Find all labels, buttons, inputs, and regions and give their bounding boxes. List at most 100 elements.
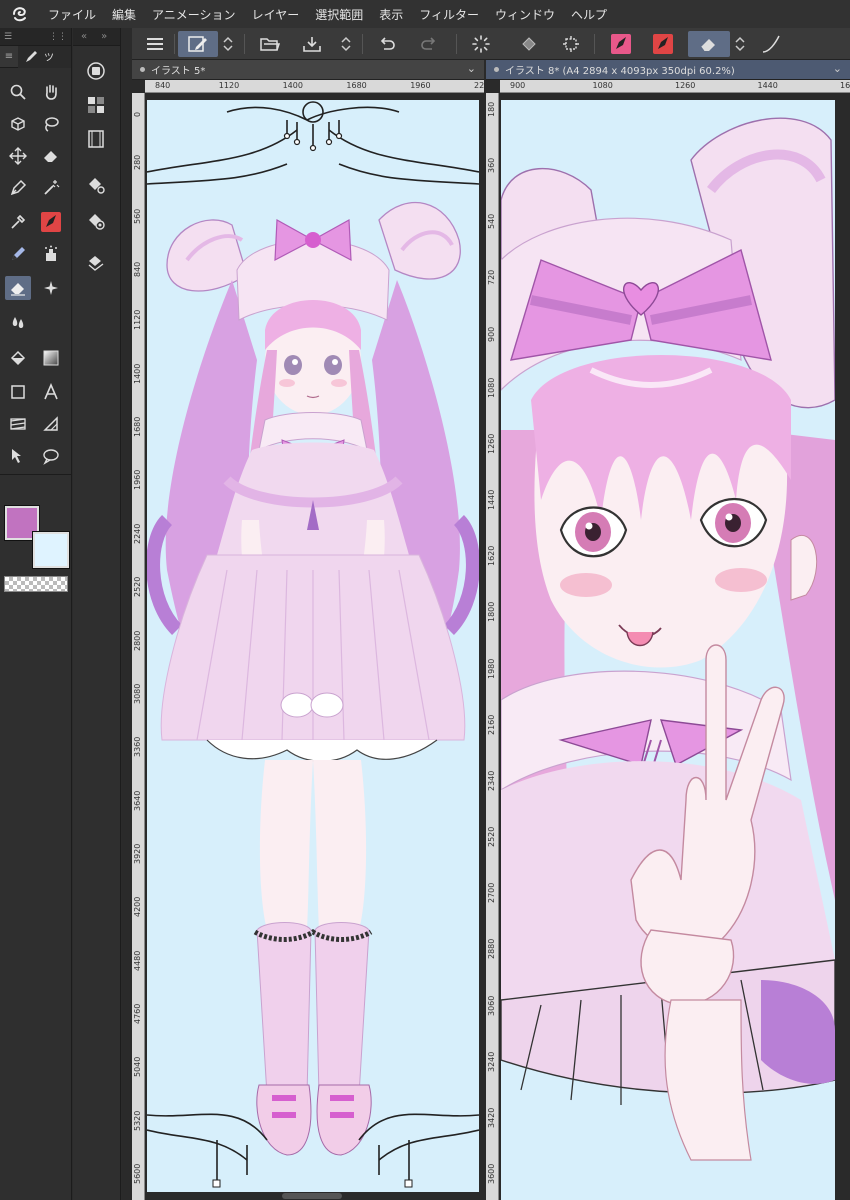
- material-grid-icon[interactable]: [83, 92, 109, 118]
- frame-border-icon[interactable]: [5, 412, 31, 436]
- curve-stroke-icon[interactable]: [758, 31, 784, 57]
- transparent-color-swatch[interactable]: [4, 576, 68, 592]
- ruler-tick-label: 1260: [487, 433, 496, 454]
- timeline-film-icon[interactable]: [83, 126, 109, 152]
- operation-arrow-icon[interactable]: [5, 444, 31, 468]
- undo-icon[interactable]: [374, 31, 400, 57]
- ruler-tick-label: 1400: [282, 81, 303, 90]
- sub-color-swatch[interactable]: [32, 531, 70, 569]
- chevron-updown-icon[interactable]: [220, 31, 236, 57]
- menu-file[interactable]: ファイル: [40, 6, 104, 23]
- brush-tab-icon: [26, 50, 37, 62]
- menu-bar: ファイル 編集 アニメーション レイヤー 選択範囲 表示 フィルター ウィンドウ…: [0, 0, 850, 28]
- document-tab-2[interactable]: イラスト 8* (A4 2894 x 4093px 350dpi 60.2%) …: [486, 60, 850, 80]
- collapse-right-icon[interactable]: »: [101, 31, 107, 42]
- sparkle-icon[interactable]: [38, 276, 64, 300]
- unsaved-dot-icon: [140, 67, 145, 72]
- navigator-icon[interactable]: [83, 58, 109, 84]
- ruler-tick-label: 3920: [133, 843, 142, 864]
- auto-select-wand-icon[interactable]: [38, 176, 64, 200]
- ruler-tick-label: 2520: [133, 576, 142, 598]
- ruler-tick-label: 1680: [133, 416, 142, 438]
- ruler-tick-label: 1120: [218, 81, 240, 90]
- ruler-tick-label: 2240: [133, 523, 142, 544]
- pen-pink-icon[interactable]: [608, 31, 634, 57]
- menu-filter[interactable]: フィルター: [411, 6, 487, 23]
- menu-selection[interactable]: 選択範囲: [307, 6, 371, 23]
- chevron-down-icon[interactable]: ⌄: [833, 62, 842, 75]
- eraser-icon[interactable]: [688, 31, 730, 57]
- layer-settings-icon[interactable]: [83, 172, 109, 198]
- crop-selection-icon[interactable]: [558, 31, 584, 57]
- ruler-tool-icon[interactable]: [38, 412, 64, 436]
- chevron-down-icon[interactable]: ⌄: [467, 62, 476, 75]
- menu-help[interactable]: ヘルプ: [563, 6, 615, 23]
- eraser-small-icon[interactable]: [38, 144, 64, 168]
- ruler-tick-label: 5600: [133, 1163, 142, 1184]
- ruler-tick-label: 840: [133, 261, 142, 278]
- menu-layer[interactable]: レイヤー: [244, 6, 308, 23]
- loading-spinner-icon[interactable]: [468, 31, 494, 57]
- ruler-tick-label: 2700: [487, 882, 496, 904]
- eraser-tool-icon[interactable]: [5, 276, 31, 300]
- ruler-tick-label: 840: [155, 81, 171, 90]
- ruler-tick-label: 1440: [487, 489, 496, 511]
- fill-bucket-icon[interactable]: [516, 31, 542, 57]
- airbrush-icon[interactable]: [38, 242, 64, 266]
- side-column-header: « »: [73, 28, 120, 46]
- chevron-updown-icon[interactable]: [732, 31, 748, 57]
- pen-red-icon[interactable]: [650, 31, 676, 57]
- layer-stack-icon[interactable]: [83, 250, 109, 276]
- eyedropper-icon[interactable]: [5, 210, 31, 234]
- ruler-tick-label: 2160: [487, 714, 496, 735]
- pen-red-tool-icon[interactable]: [38, 210, 64, 234]
- pen-nib-icon[interactable]: [5, 176, 31, 200]
- canvas-full-body[interactable]: [147, 100, 479, 1192]
- chevron-updown-icon[interactable]: [338, 31, 354, 57]
- figure-rect-icon[interactable]: [5, 380, 31, 404]
- pencil-icon[interactable]: [5, 242, 31, 266]
- app-logo-icon[interactable]: [0, 0, 40, 28]
- edit-mode-icon[interactable]: [178, 31, 218, 57]
- lasso-icon[interactable]: [38, 112, 64, 136]
- workspace: イラスト 5* ⌄ 840 1120 1400 1680 1960 224 0 280 560…: [122, 60, 850, 1200]
- tool-panel-header: ☰ ⋮⋮: [0, 28, 71, 46]
- ruler-tick-label: 1440: [757, 81, 778, 90]
- ruler-tick-label: 2340: [487, 770, 496, 791]
- ruler-tick-label: 3080: [133, 683, 142, 704]
- text-tool-icon[interactable]: [38, 380, 64, 404]
- panel-menu-icon[interactable]: ☰: [4, 32, 12, 42]
- balloon-icon[interactable]: [38, 444, 64, 468]
- redo-icon[interactable]: [416, 31, 442, 57]
- layer-property-icon[interactable]: [83, 208, 109, 234]
- side-icon-column: « »: [73, 28, 121, 1200]
- document-tab-1[interactable]: イラスト 5* ⌄: [132, 60, 484, 80]
- horizontal-ruler-2: 900 1080 1260 1440 1620: [500, 80, 850, 93]
- open-folder-icon[interactable]: [256, 31, 284, 57]
- collapse-left-icon[interactable]: «: [81, 31, 87, 42]
- gradient-icon[interactable]: [38, 346, 64, 370]
- tab-tool[interactable]: ツ: [18, 45, 71, 68]
- ruler-tick-label: 4760: [133, 1003, 142, 1024]
- tab-menu-icon[interactable]: ≡: [0, 46, 18, 68]
- tab-label: ツ: [44, 53, 54, 64]
- horizontal-scrollbar-1[interactable]: [282, 1193, 342, 1199]
- menu-animation[interactable]: アニメーション: [144, 6, 244, 23]
- close-up-illustration: [501, 117, 835, 1161]
- fill-icon[interactable]: [5, 346, 31, 370]
- save-icon[interactable]: [298, 31, 326, 57]
- blend-drops-icon[interactable]: [5, 310, 31, 334]
- menu-view[interactable]: 表示: [371, 6, 411, 23]
- canvas-close-up[interactable]: [501, 100, 835, 1200]
- document-title-2: イラスト 8* (A4 2894 x 4093px 350dpi 60.2%): [505, 66, 735, 77]
- move-icon[interactable]: [5, 144, 31, 168]
- document-view-2: イラスト 8* (A4 2894 x 4093px 350dpi 60.2%) …: [486, 60, 850, 1200]
- zoom-icon[interactable]: [5, 80, 31, 104]
- menu-edit[interactable]: 編集: [104, 6, 144, 23]
- hamburger-menu-icon[interactable]: [142, 31, 168, 57]
- object-icon[interactable]: [5, 112, 31, 136]
- ruler-tick-label: 1080: [487, 377, 496, 398]
- menu-window[interactable]: ウィンドウ: [487, 6, 563, 23]
- panel-grip-icon[interactable]: ⋮⋮: [49, 32, 67, 42]
- hand-icon[interactable]: [38, 80, 64, 104]
